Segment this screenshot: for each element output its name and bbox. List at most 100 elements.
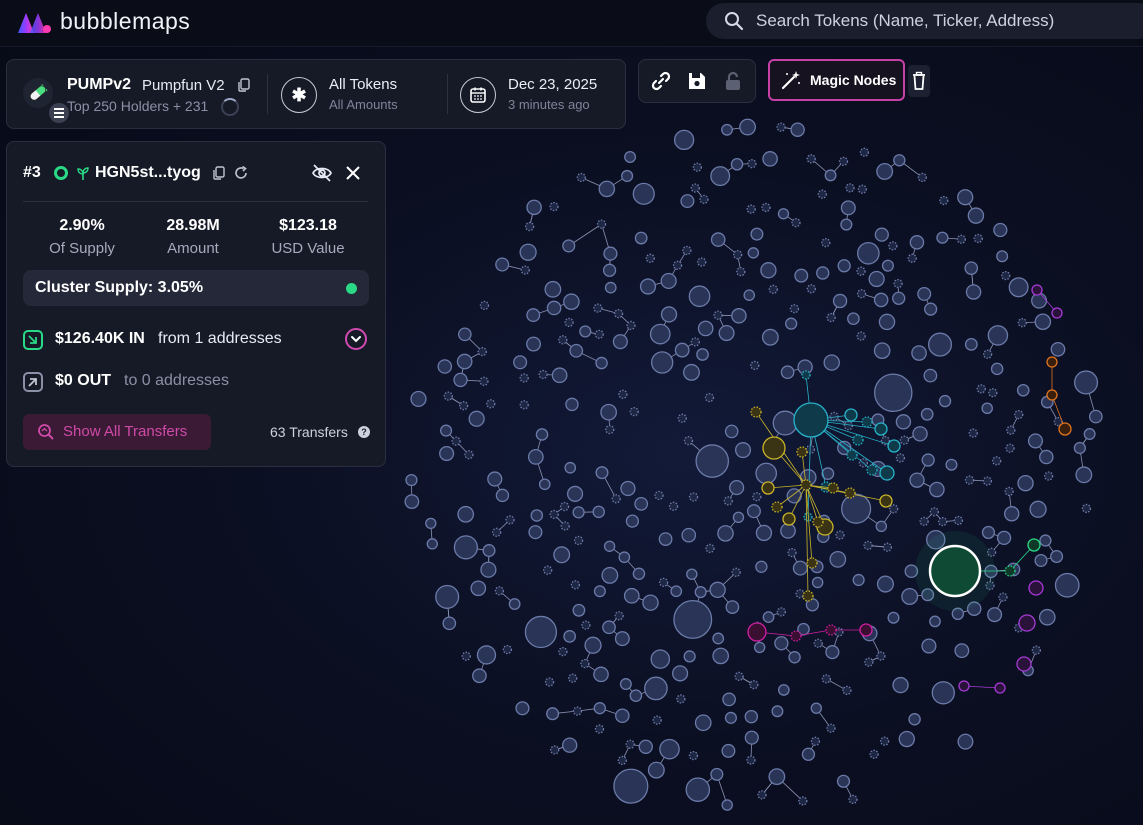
holder-bubble[interactable] <box>806 284 817 294</box>
holder-bubble[interactable] <box>790 122 805 137</box>
holder-bubble[interactable] <box>757 790 767 800</box>
filter-title[interactable]: All Tokens <box>329 76 397 93</box>
holder-bubble[interactable] <box>683 363 700 381</box>
holder-bubble[interactable] <box>593 303 603 313</box>
holder-bubble[interactable] <box>479 300 490 311</box>
holder-bubble[interactable] <box>710 166 731 187</box>
expand-inflow-button[interactable] <box>345 328 367 350</box>
holder-bubble[interactable] <box>776 607 786 617</box>
holder-bubble[interactable] <box>595 466 609 480</box>
magic-nodes-button[interactable]: Magic Nodes <box>768 59 905 101</box>
holder-bubble[interactable] <box>927 332 953 357</box>
holder-bubble[interactable] <box>879 736 890 746</box>
holder-bubble[interactable] <box>739 118 757 136</box>
cyan-cluster-bubble[interactable] <box>874 422 888 436</box>
holder-bubble[interactable] <box>439 445 455 462</box>
holder-bubble[interactable] <box>1050 341 1066 357</box>
holder-bubble[interactable] <box>965 284 982 300</box>
holder-bubble[interactable] <box>806 154 816 164</box>
holder-bubble[interactable] <box>795 589 805 599</box>
date-button[interactable] <box>460 77 496 113</box>
holder-bubble[interactable] <box>690 337 700 347</box>
holder-bubble[interactable] <box>973 233 983 244</box>
holder-bubble[interactable] <box>832 293 848 309</box>
holder-bubble[interactable] <box>526 308 541 323</box>
holder-bubble[interactable] <box>1054 572 1080 598</box>
holder-bubble[interactable] <box>595 356 608 370</box>
holder-bubble[interactable] <box>601 566 619 584</box>
holder-bubble[interactable] <box>762 611 775 623</box>
yellow-cluster-bubble[interactable] <box>844 487 856 499</box>
holder-bubble[interactable] <box>544 677 555 687</box>
magenta-cluster-bubble[interactable] <box>790 630 802 642</box>
holder-bubble[interactable] <box>705 543 715 554</box>
cyan-cluster-bubble[interactable] <box>887 439 901 453</box>
holder-bubble[interactable] <box>660 306 678 323</box>
holder-bubble[interactable] <box>673 129 695 151</box>
magenta-cluster-bubble[interactable] <box>747 622 767 642</box>
holder-bubble[interactable] <box>993 222 1008 238</box>
holder-bubble[interactable] <box>615 708 630 724</box>
holder-bubble[interactable] <box>909 235 925 250</box>
holder-bubble[interactable] <box>634 496 649 511</box>
holder-bubble[interactable] <box>873 373 913 413</box>
holder-bubble[interactable] <box>495 488 510 503</box>
holder-bubble[interactable] <box>998 592 1008 602</box>
holder-bubble[interactable] <box>755 560 768 573</box>
holder-bubble[interactable] <box>718 325 735 342</box>
holder-bubble[interactable] <box>632 567 646 581</box>
holder-bubble[interactable] <box>563 293 580 311</box>
holder-bubble[interactable] <box>658 577 669 588</box>
holder-bubble[interactable] <box>859 147 869 157</box>
holder-bubble[interactable] <box>1075 466 1093 484</box>
holder-bubble[interactable] <box>1088 409 1103 424</box>
holder-bubble[interactable] <box>835 530 845 540</box>
holder-bubble[interactable] <box>654 490 664 501</box>
holder-bubble[interactable] <box>864 657 874 667</box>
orange-cluster-bubble[interactable] <box>1058 422 1072 436</box>
holder-bubble[interactable] <box>957 189 974 206</box>
holder-bubble[interactable] <box>917 286 932 301</box>
holder-bubble[interactable] <box>680 194 695 209</box>
holder-bubble[interactable] <box>613 768 649 804</box>
holder-bubble[interactable] <box>568 673 578 683</box>
holder-bubble[interactable] <box>882 542 893 552</box>
holder-bubble[interactable] <box>668 501 679 511</box>
holder-bubble[interactable] <box>899 435 910 445</box>
cyan-cluster-bubble[interactable] <box>846 449 858 461</box>
holder-bubble[interactable] <box>550 745 560 755</box>
trash-button[interactable] <box>908 65 930 97</box>
holder-bubble[interactable] <box>558 335 568 345</box>
holder-bubble[interactable] <box>1038 608 1056 626</box>
holder-bubble[interactable] <box>543 565 553 575</box>
holder-bubble[interactable] <box>791 218 801 228</box>
holder-bubble[interactable] <box>676 694 686 704</box>
holder-bubble[interactable] <box>813 638 823 648</box>
holder-bubble[interactable] <box>440 424 453 437</box>
holder-bubble[interactable] <box>837 259 851 273</box>
yellow-cluster-bubble[interactable] <box>750 406 762 418</box>
holder-bubble[interactable] <box>1073 441 1086 455</box>
holder-bubble[interactable] <box>996 250 1009 263</box>
holder-bubble[interactable] <box>685 777 711 802</box>
holder-bubble[interactable] <box>659 738 680 760</box>
holder-bubble[interactable] <box>746 755 756 765</box>
holder-bubble[interactable] <box>579 325 592 338</box>
holder-bubble[interactable] <box>626 320 636 331</box>
holder-bubble[interactable] <box>744 730 759 745</box>
holder-bubble[interactable] <box>596 219 607 229</box>
holder-bubble[interactable] <box>1034 553 1048 568</box>
holder-bubble[interactable] <box>981 525 996 540</box>
holder-bubble[interactable] <box>836 774 851 788</box>
holder-bubble[interactable] <box>967 207 985 224</box>
holder-bubble[interactable] <box>938 516 948 527</box>
holder-bubble[interactable] <box>991 456 1002 466</box>
holder-bubble[interactable] <box>709 581 726 599</box>
holder-bubble[interactable] <box>559 501 570 512</box>
holder-bubble[interactable] <box>794 268 809 283</box>
holder-bubble[interactable] <box>834 627 844 637</box>
holder-bubble[interactable] <box>527 449 544 465</box>
holder-bubble[interactable] <box>491 527 502 537</box>
purple-cluster-bubble[interactable] <box>958 680 970 692</box>
date-title[interactable]: Dec 23, 2025 <box>508 76 597 93</box>
